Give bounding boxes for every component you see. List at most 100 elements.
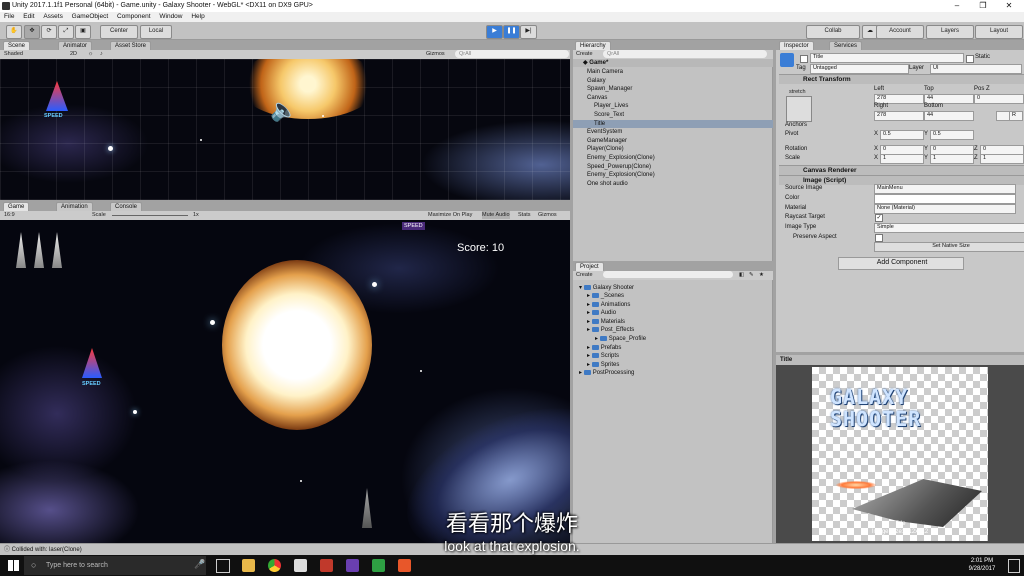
blueprint-button[interactable]	[996, 111, 1010, 121]
menu-window[interactable]: Window	[159, 13, 182, 20]
game-view[interactable]: Score: 10 SPEED SPEED	[0, 220, 570, 543]
hierarchy-item[interactable]: Speed_Powerup(Clone)	[587, 163, 651, 171]
hierarchy-item[interactable]: Galaxy	[587, 77, 606, 85]
project-folder-item[interactable]: ▸ _Scenes	[587, 292, 624, 300]
windows-start-icon[interactable]	[8, 560, 19, 571]
hierarchy-item[interactable]: One shot audio	[587, 180, 628, 188]
scale-y-field[interactable]: 1	[930, 154, 974, 164]
pivot-toggle-button[interactable]: Center	[100, 25, 138, 39]
microphone-icon[interactable]: 🎤	[194, 559, 205, 570]
expand-arrow-icon[interactable]: ▸	[587, 302, 592, 308]
object-name-field[interactable]: Title	[810, 53, 964, 63]
pause-button[interactable]: ❚❚	[503, 25, 520, 39]
maximize-on-play-toggle[interactable]: Maximize On Play	[428, 211, 472, 219]
task-view-icon[interactable]	[216, 559, 230, 573]
hierarchy-item[interactable]: Enemy_Explosion(Clone)	[587, 171, 655, 179]
set-native-size-button[interactable]: Set Native Size	[874, 242, 1024, 252]
posz-field[interactable]: 0	[974, 94, 1024, 104]
project-folder-item[interactable]: ▸ PostProcessing	[579, 369, 634, 377]
mode-2d-toggle[interactable]: 2D	[70, 50, 77, 58]
hierarchy-item[interactable]: Score_Text	[594, 111, 624, 119]
rotate-tool-button[interactable]: ⟳	[41, 25, 57, 39]
expand-arrow-icon[interactable]: ▸	[587, 310, 592, 316]
minimize-button[interactable]: –	[944, 0, 970, 12]
source-image-field[interactable]: MainMenu	[874, 184, 1016, 194]
expand-arrow-icon[interactable]: ▸	[587, 293, 592, 299]
preserve-aspect-checkbox[interactable]	[875, 234, 883, 242]
menu-assets[interactable]: Assets	[43, 13, 63, 20]
hierarchy-create-dropdown[interactable]: Create	[576, 50, 593, 58]
menu-file[interactable]: File	[4, 13, 14, 20]
scale-slider[interactable]	[112, 215, 188, 216]
active-checkbox[interactable]	[800, 55, 808, 63]
lighting-toggle-icon[interactable]: ☼	[88, 50, 93, 58]
maximize-button[interactable]: ❐	[970, 0, 996, 12]
filter-label-icon[interactable]: ✎	[749, 271, 754, 279]
project-folder-item[interactable]: ▸ Scripts	[587, 352, 619, 360]
filter-type-icon[interactable]: ◧	[739, 271, 744, 279]
scale-x-field[interactable]: 1	[880, 154, 924, 164]
layout-dropdown[interactable]: Layout	[975, 25, 1023, 39]
hierarchy-scene-row[interactable]: ◆ Game*	[573, 59, 773, 67]
image-type-dropdown[interactable]: Simple	[874, 223, 1024, 233]
bottom-field[interactable]: 44	[924, 111, 974, 121]
project-folder-item[interactable]: ▸ Prefabs	[587, 344, 621, 352]
pivot-y-field[interactable]: 0.5	[930, 130, 974, 140]
hierarchy-item[interactable]: Spawn_Manager	[587, 85, 632, 93]
project-folder-item[interactable]: ▸ Post_Effects	[587, 326, 634, 334]
hierarchy-item[interactable]: Player(Clone)	[587, 145, 624, 153]
menu-help[interactable]: Help	[191, 13, 204, 20]
expand-arrow-icon[interactable]: ▸	[587, 327, 592, 333]
expand-arrow-icon[interactable]: ▸	[587, 319, 592, 325]
hierarchy-search-input[interactable]: QrAll	[603, 50, 767, 58]
hierarchy-item[interactable]: EventSystem	[587, 128, 622, 136]
notification-icon[interactable]	[1008, 559, 1020, 573]
camtasia-icon[interactable]	[372, 559, 385, 572]
taskbar-search-box[interactable]: ○ Type here to search	[24, 556, 206, 575]
gizmos-dropdown[interactable]: Gizmos	[426, 50, 445, 58]
game-gizmos-dropdown[interactable]: Gizmos	[538, 211, 557, 219]
hierarchy-item[interactable]: GameManager	[587, 137, 627, 145]
canvas-renderer-header[interactable]: Canvas Renderer	[779, 165, 1024, 175]
rect-transform-header[interactable]: Rect Transform	[779, 74, 1024, 84]
right-field[interactable]: 278	[874, 111, 924, 121]
scene-search-input[interactable]: QrAll	[455, 50, 569, 58]
account-dropdown[interactable]: Account	[876, 25, 924, 39]
project-folder-item[interactable]: ▸ Animations	[587, 301, 630, 309]
mute-audio-toggle[interactable]: Mute Audio	[482, 211, 510, 219]
expand-arrow-icon[interactable]: ▸	[595, 336, 600, 342]
project-folder-item[interactable]: ▸ Materials	[587, 318, 625, 326]
play-button[interactable]: ▶	[486, 25, 503, 39]
project-create-dropdown[interactable]: Create	[576, 271, 593, 279]
rect-tool-button[interactable]: ▣	[75, 25, 91, 39]
menu-component[interactable]: Component	[117, 13, 151, 20]
hierarchy-item[interactable]: Title	[573, 119, 773, 128]
chrome-icon[interactable]	[268, 559, 281, 572]
audio-toggle-icon[interactable]: ♪	[100, 50, 103, 58]
project-root-folder[interactable]: ▾ Galaxy Shooter	[579, 284, 634, 292]
step-button[interactable]: ▶|	[520, 25, 537, 39]
aspect-dropdown[interactable]: 16:9	[4, 211, 15, 219]
shading-dropdown[interactable]: Shaded	[4, 50, 23, 58]
hierarchy-item[interactable]: Canvas	[587, 94, 607, 102]
expand-arrow-icon[interactable]: ▸	[587, 345, 592, 351]
scale-tool-button[interactable]: ⤢	[58, 25, 74, 39]
pivot-x-field[interactable]: 0.5	[880, 130, 924, 140]
hierarchy-item[interactable]: Player_Lives	[594, 102, 628, 110]
anchors-label[interactable]: Anchors	[785, 121, 807, 129]
move-tool-button[interactable]: ✥	[24, 25, 40, 39]
stats-toggle[interactable]: Stats	[518, 211, 531, 219]
raw-edit-button[interactable]: R	[1009, 111, 1023, 121]
expand-arrow-icon[interactable]: ▸	[579, 370, 584, 376]
close-button[interactable]: ✕	[996, 0, 1022, 12]
static-checkbox[interactable]	[966, 55, 974, 63]
collab-button[interactable]: Collab	[806, 25, 860, 39]
filezilla-icon[interactable]	[320, 559, 333, 572]
add-component-button[interactable]: Add Component	[838, 257, 964, 270]
expand-arrow-icon[interactable]: ▸	[587, 353, 592, 359]
scale-z-field[interactable]: 1	[980, 154, 1024, 164]
color-picker-field[interactable]	[874, 194, 1016, 204]
menu-edit[interactable]: Edit	[23, 13, 34, 20]
anchor-preset-button[interactable]: stretch	[786, 89, 812, 122]
material-field[interactable]: None (Material)	[874, 204, 1016, 214]
